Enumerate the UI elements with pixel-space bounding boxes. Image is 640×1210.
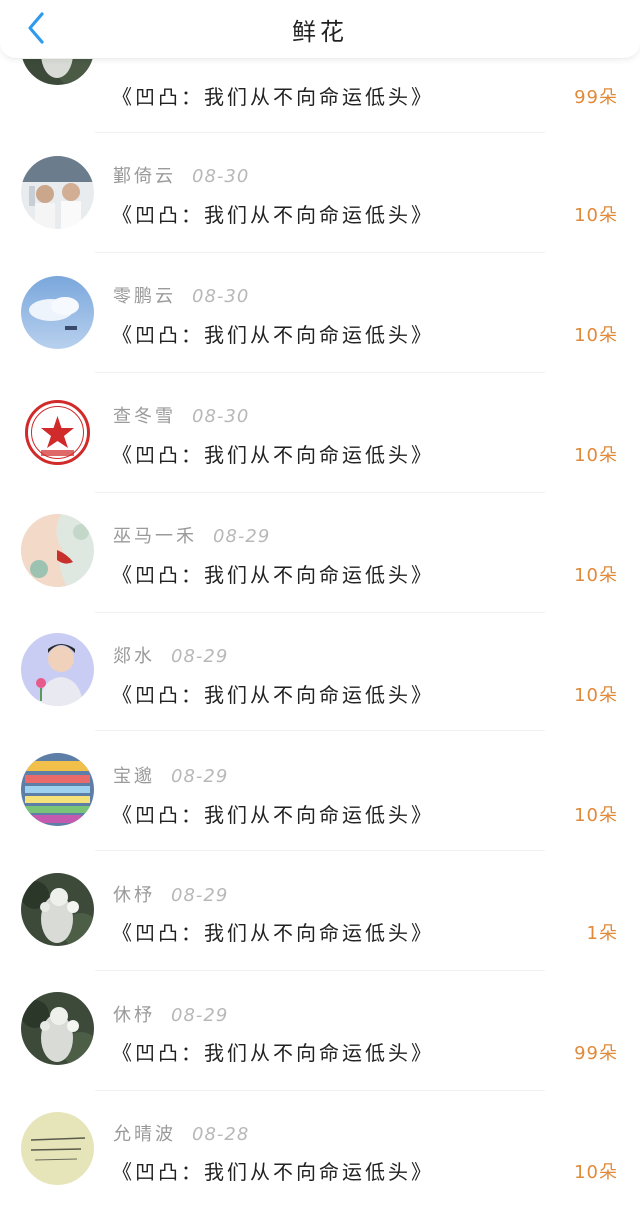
book-title: 《凹凸：我们从不向命运低头》 [112, 443, 434, 467]
flower-count: 10朵 [574, 805, 618, 826]
user-meta: 鄞倚云 08-30 [113, 162, 249, 188]
book-title: 《凹凸：我们从不向命运低头》 [112, 85, 434, 109]
avatar[interactable] [21, 633, 94, 706]
book-title: 《凹凸：我们从不向命运低头》 [112, 1041, 434, 1065]
username[interactable]: 休杼 [113, 1005, 155, 1026]
avatar[interactable] [21, 156, 94, 229]
avatar[interactable] [21, 514, 94, 587]
date: 08-30 [192, 406, 250, 427]
avatar[interactable] [21, 992, 94, 1065]
book-title: 《凹凸：我们从不向命运低头》 [112, 683, 434, 707]
user-meta: 郯水 08-29 [113, 642, 228, 668]
flower-count: 10朵 [574, 565, 618, 586]
list-item[interactable]: 休杼 08-29 《凹凸：我们从不向命运低头》 1朵 [0, 851, 640, 971]
book-title: 《凹凸：我们从不向命运低头》 [112, 563, 434, 587]
list-item[interactable]: 巫马一禾 08-29 《凹凸：我们从不向命运低头》 10朵 [0, 492, 640, 612]
flower-count: 99朵 [574, 87, 618, 108]
list-item[interactable]: 允晴波 08-28 《凹凸：我们从不向命运低头》 10朵 [0, 1090, 640, 1210]
date: 08-29 [171, 1005, 229, 1026]
avatar[interactable] [21, 1112, 94, 1185]
list-item[interactable]: 宝邈 08-29 《凹凸：我们从不向命运低头》 10朵 [0, 732, 640, 852]
book-title: 《凹凸：我们从不向命运低头》 [112, 323, 434, 347]
page-title: 鲜花 [292, 18, 348, 46]
divider [95, 730, 545, 731]
date: 08-29 [171, 766, 229, 787]
book-title: 《凹凸：我们从不向命运低头》 [112, 1160, 434, 1184]
date: 08-29 [171, 646, 229, 667]
date: 08-28 [192, 1124, 250, 1145]
book-title: 《凹凸：我们从不向命运低头》 [112, 803, 434, 827]
date: 08-29 [213, 526, 271, 547]
username[interactable]: 巫马一禾 [113, 526, 197, 547]
list-item[interactable]: 查冬雪 08-30 《凹凸：我们从不向命运低头》 10朵 [0, 372, 640, 492]
username[interactable]: 查冬雪 [113, 406, 176, 427]
avatar[interactable] [21, 276, 94, 349]
list-item[interactable]: 零鹏云 08-30 《凹凸：我们从不向命运低头》 10朵 [0, 252, 640, 372]
avatar[interactable] [21, 753, 94, 826]
username[interactable]: 零鹏云 [113, 286, 176, 307]
date: 08-30 [192, 286, 250, 307]
username[interactable]: 允晴波 [113, 1124, 176, 1145]
user-meta: 零鹏云 08-30 [113, 282, 249, 308]
flower-count: 1朵 [586, 923, 618, 944]
flower-count: 10朵 [574, 325, 618, 346]
user-meta: 允晴波 08-28 [113, 1120, 249, 1146]
list-item[interactable]: 休杼 08-29 《凹凸：我们从不向命运低头》 99朵 [0, 971, 640, 1091]
user-meta: 宝邈 08-29 [113, 762, 228, 788]
username[interactable]: 休杼 [113, 885, 155, 906]
date: 08-30 [192, 166, 250, 187]
avatar[interactable] [21, 873, 94, 946]
book-title: 《凹凸：我们从不向命运低头》 [112, 203, 434, 227]
username[interactable]: 郯水 [113, 646, 155, 667]
user-meta: 休杼 08-29 [113, 1001, 228, 1027]
username[interactable]: 鄞倚云 [113, 166, 176, 187]
username[interactable]: 宝邈 [113, 766, 155, 787]
flower-count: 99朵 [574, 1043, 618, 1064]
date: 08-29 [171, 885, 229, 906]
avatar[interactable] [21, 396, 94, 469]
user-meta: 查冬雪 08-30 [113, 402, 249, 428]
flower-count: 10朵 [574, 1162, 618, 1183]
flower-count: 10朵 [574, 205, 618, 226]
list-item[interactable]: 郯水 08-29 《凹凸：我们从不向命运低头》 10朵 [0, 612, 640, 732]
user-meta: 休杼 08-29 [113, 881, 228, 907]
flower-count: 10朵 [574, 445, 618, 466]
list-item[interactable]: 鄞倚云 08-30 《凹凸：我们从不向命运低头》 10朵 [0, 132, 640, 252]
user-meta: 巫马一禾 08-29 [113, 522, 270, 548]
book-title: 《凹凸：我们从不向命运低头》 [112, 921, 434, 945]
top-navigation-bar: 鲜花 [0, 0, 640, 59]
flower-count: 10朵 [574, 685, 618, 706]
